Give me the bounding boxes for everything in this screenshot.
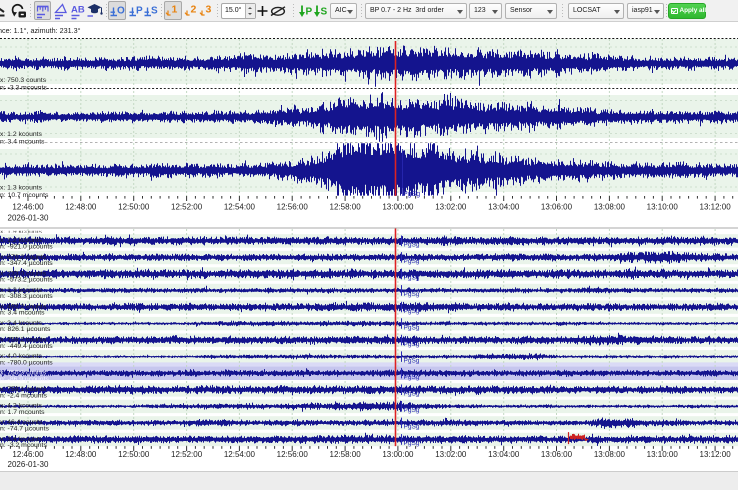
svg-text:12:54:00: 12:54:00 <box>224 450 256 459</box>
svg-text:n: -449.4 µcounts: n: -449.4 µcounts <box>0 343 53 350</box>
svg-text:n: -573.2 µcounts: n: -573.2 µcounts <box>0 277 53 284</box>
svg-text:13:06:00: 13:06:00 <box>541 203 573 212</box>
svg-text:S: S <box>321 7 328 18</box>
svg-text:n: -3.2 mcounts: n: -3.2 mcounts <box>0 442 47 449</box>
svg-text:PgSg: PgSg <box>404 258 420 265</box>
svg-text:n: -2.4 mcounts: n: -2.4 mcounts <box>0 393 47 400</box>
svg-text:12:48:00: 12:48:00 <box>65 203 97 212</box>
svg-text:O: O <box>117 6 125 17</box>
svg-text:1: 1 <box>172 4 178 16</box>
svg-text:PgSg: PgSg <box>404 242 420 249</box>
svg-text:n: -921.0 µcounts: n: -921.0 µcounts <box>0 244 53 251</box>
svg-text:PgSg: PgSg <box>404 308 420 315</box>
svg-text:n: 3.4 mcounts: n: 3.4 mcounts <box>0 310 45 317</box>
svg-text:n: -347.4 µcounts: n: -347.4 µcounts <box>0 260 53 267</box>
svg-text:PgSg: PgSg <box>404 275 420 282</box>
svg-text:PgSg: PgSg <box>404 407 420 414</box>
svg-text:13:08:00: 13:08:00 <box>594 203 626 212</box>
svg-text:n: 826.1 µcounts: n: 826.1 µcounts <box>0 326 51 333</box>
svg-text:12:50:00: 12:50:00 <box>118 450 150 459</box>
svg-text:12:46:00: 12:46:00 <box>12 203 44 212</box>
svg-text:n: -74.7 µcounts: n: -74.7 µcounts <box>0 426 49 433</box>
svg-text:PgSg: PgSg <box>404 291 420 298</box>
svg-text:PgSg: PgSg <box>404 424 420 431</box>
svg-text:S: S <box>151 6 158 17</box>
svg-text:PgSg: PgSg <box>404 358 420 365</box>
svg-text:PgSg: PgSg <box>403 191 420 198</box>
svg-text:13:06:00: 13:06:00 <box>541 450 573 459</box>
svg-text:2: 2 <box>191 4 197 16</box>
svg-text:n: 1.7 mcounts: n: 1.7 mcounts <box>0 409 45 416</box>
svg-text:P: P <box>306 7 313 18</box>
svg-text:2026-01-30: 2026-01-30 <box>8 460 49 469</box>
svg-text:13:04:00: 13:04:00 <box>488 450 520 459</box>
svg-text:12:46:00: 12:46:00 <box>12 450 44 459</box>
svg-text:13:12:00: 13:12:00 <box>700 203 732 212</box>
svg-text:2026-01-30: 2026-01-30 <box>8 214 49 223</box>
svg-text:x: 1.3 kcounts: x: 1.3 kcounts <box>0 185 43 192</box>
svg-text:12:58:00: 12:58:00 <box>330 450 362 459</box>
svg-text:PgSg: PgSg <box>404 391 420 398</box>
svg-text:13:10:00: 13:10:00 <box>647 450 679 459</box>
svg-text:PgSg: PgSg <box>404 324 420 331</box>
svg-text:12:58:00: 12:58:00 <box>330 203 362 212</box>
svg-text:12:56:00: 12:56:00 <box>277 203 309 212</box>
svg-text:3: 3 <box>206 4 212 16</box>
svg-text:x: 750.3 counts: x: 750.3 counts <box>0 77 47 84</box>
svg-text:n: -308.3 µcounts: n: -308.3 µcounts <box>0 293 53 300</box>
svg-text:12:56:00: 12:56:00 <box>277 450 309 459</box>
svg-text:12:48:00: 12:48:00 <box>65 450 97 459</box>
svg-text:13:00:00: 13:00:00 <box>382 203 414 212</box>
svg-text:12:52:00: 12:52:00 <box>171 450 203 459</box>
svg-text:n: -3.3 mcounts: n: -3.3 mcounts <box>0 84 47 91</box>
svg-text:n: -86.9 µcounts: n: -86.9 µcounts <box>0 376 49 383</box>
svg-text:n: 3.4 mcounts: n: 3.4 mcounts <box>0 138 45 145</box>
svg-text:n: 10.7 mcounts: n: 10.7 mcounts <box>0 192 49 199</box>
svg-text:nce: 1.1°, azimuth: 231.3°: nce: 1.1°, azimuth: 231.3° <box>0 26 81 35</box>
svg-text:13:08:00: 13:08:00 <box>594 450 626 459</box>
svg-text:x: 1.2 kcounts: x: 1.2 kcounts <box>0 131 43 138</box>
svg-text:AB: AB <box>71 5 85 16</box>
svg-text:12:50:00: 12:50:00 <box>118 203 150 212</box>
svg-text:12:52:00: 12:52:00 <box>171 203 203 212</box>
svg-text:PgSg: PgSg <box>404 374 420 381</box>
svg-text:P: P <box>136 6 143 17</box>
svg-text:13:10:00: 13:10:00 <box>647 203 679 212</box>
svg-text:n: -780.0 µcounts: n: -780.0 µcounts <box>0 359 53 366</box>
svg-text:13:12:00: 13:12:00 <box>700 450 732 459</box>
svg-text:12:54:00: 12:54:00 <box>224 203 256 212</box>
svg-text:PgSg: PgSg <box>404 341 420 348</box>
svg-text:13:04:00: 13:04:00 <box>488 203 520 212</box>
svg-text:13:00:00: 13:00:00 <box>382 450 414 459</box>
svg-text:PgSg: PgSg <box>404 440 420 447</box>
svg-text:13:02:00: 13:02:00 <box>435 203 467 212</box>
svg-text:13:02:00: 13:02:00 <box>435 450 467 459</box>
